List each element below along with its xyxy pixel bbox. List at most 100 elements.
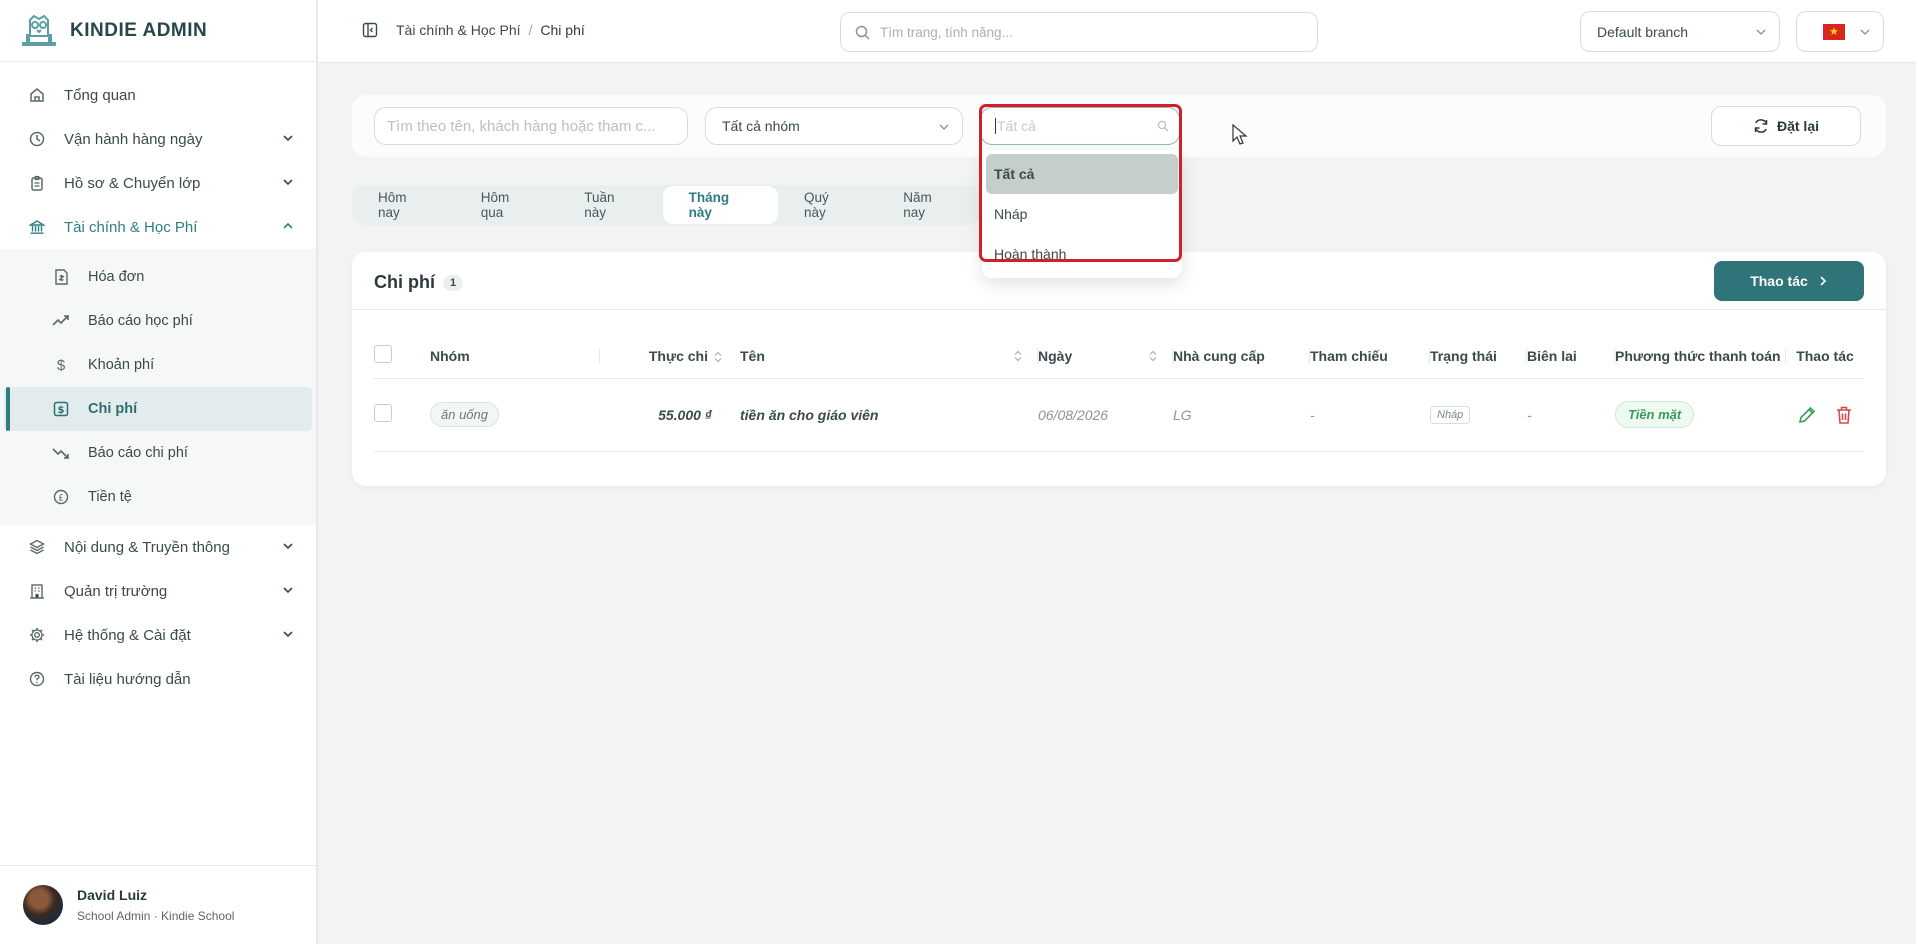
status-option-completed[interactable]: Hoàn thành bbox=[982, 234, 1182, 274]
supplier-cell: LG bbox=[1173, 378, 1310, 452]
edit-icon[interactable] bbox=[1797, 405, 1817, 425]
branch-select[interactable]: Default branch bbox=[1580, 11, 1780, 52]
tab-yesterday[interactable]: Hôm qua bbox=[455, 185, 558, 225]
column-name[interactable]: Tên bbox=[740, 334, 1038, 379]
date-cell: 06/08/2026 bbox=[1038, 378, 1173, 452]
layers-icon bbox=[28, 538, 46, 556]
column-status: Trạng thái bbox=[1430, 334, 1527, 379]
select-all-checkbox[interactable] bbox=[374, 345, 392, 364]
filter-bar: Tìm theo tên, khách hàng hoặc tham c... … bbox=[352, 95, 1886, 157]
column-group: Nhóm bbox=[430, 334, 600, 379]
status-filter-input[interactable]: Tất cả bbox=[980, 107, 1180, 145]
sidebar-item-label: Chi phí bbox=[88, 401, 138, 417]
text-caret bbox=[995, 118, 996, 134]
column-reference: Tham chiếu bbox=[1310, 334, 1430, 379]
sidebar-item-label: Báo cáo chi phí bbox=[88, 445, 188, 461]
group-filter-select[interactable]: Tất cả nhóm bbox=[705, 107, 963, 145]
nav-item-content[interactable]: Nội dung & Truyền thông bbox=[0, 525, 316, 569]
sidebar-item-fee-report[interactable]: Báo cáo học phí bbox=[0, 299, 316, 343]
delete-icon[interactable] bbox=[1835, 405, 1853, 425]
sidebar-toggle-icon[interactable] bbox=[362, 22, 378, 38]
status-option-draft[interactable]: Nháp bbox=[982, 194, 1182, 234]
actions-button[interactable]: Thao tác bbox=[1714, 261, 1864, 301]
table-row[interactable]: ăn uống 55.000 ₫ tiền ăn cho giáo viên 0… bbox=[374, 378, 1864, 452]
table-header-row: Nhóm Thực chi Tên Ngày Nhà cung cấp Tham… bbox=[374, 334, 1864, 379]
currency-icon: £ bbox=[52, 488, 70, 506]
global-search-input[interactable]: Tìm trang, tính năng... bbox=[840, 12, 1318, 52]
tab-today[interactable]: Hôm nay bbox=[352, 185, 455, 225]
breadcrumb: Tài chính & Học Phí / Chi phí bbox=[362, 22, 585, 38]
nav-item-label: Quản trị trường bbox=[64, 582, 168, 600]
user-profile[interactable]: David Luiz School Admin · Kindie School bbox=[0, 865, 316, 944]
nav-item-system-settings[interactable]: Hệ thống & Cài đặt bbox=[0, 613, 316, 657]
chevron-down-icon bbox=[283, 179, 293, 186]
trend-up-icon bbox=[52, 312, 70, 330]
tab-this-year[interactable]: Năm nay bbox=[877, 185, 980, 225]
breadcrumb-current: Chi phí bbox=[540, 22, 585, 38]
chevron-up-icon bbox=[283, 222, 293, 229]
mouse-cursor-icon bbox=[1232, 124, 1248, 145]
svg-text:£: £ bbox=[58, 494, 64, 504]
sidebar-item-currency[interactable]: £ Tiền tệ bbox=[0, 475, 316, 519]
column-actions: Thao tác bbox=[1786, 334, 1864, 379]
sidebar-item-invoices[interactable]: Hóa đơn bbox=[0, 255, 316, 299]
nav-item-overview[interactable]: Tổng quan bbox=[0, 73, 316, 117]
reset-button[interactable]: Đặt lại bbox=[1711, 106, 1861, 146]
nav-item-finance[interactable]: Tài chính & Học Phí bbox=[0, 205, 316, 249]
nav-item-school-admin[interactable]: Quản trị trường bbox=[0, 569, 316, 613]
breadcrumb-separator: / bbox=[528, 22, 533, 38]
nav-item-label: Tài liệu hướng dẫn bbox=[64, 670, 191, 688]
nav-item-daily-operations[interactable]: Vận hành hàng ngày bbox=[0, 117, 316, 161]
column-date[interactable]: Ngày bbox=[1038, 334, 1173, 379]
vietnam-flag-icon bbox=[1823, 23, 1845, 40]
chevron-right-icon bbox=[1820, 276, 1826, 286]
chevron-down-icon bbox=[939, 124, 949, 130]
home-icon bbox=[28, 86, 46, 104]
sidebar-item-expense-report[interactable]: Báo cáo chi phí bbox=[0, 431, 316, 475]
clipboard-icon bbox=[28, 174, 46, 192]
tab-this-quarter[interactable]: Quý này bbox=[778, 185, 877, 225]
breadcrumb-parent[interactable]: Tài chính & Học Phí bbox=[396, 22, 521, 38]
expense-search-placeholder: Tìm theo tên, khách hàng hoặc tham c... bbox=[387, 117, 656, 135]
language-select[interactable] bbox=[1796, 11, 1884, 52]
tab-this-month[interactable]: Tháng này bbox=[662, 186, 779, 224]
period-tabs: Hôm nay Hôm qua Tuần này Tháng này Quý n… bbox=[352, 185, 980, 225]
chevron-down-icon bbox=[283, 543, 293, 550]
receipt-cell: - bbox=[1527, 378, 1615, 452]
payment-method-badge: Tiền mặt bbox=[1615, 401, 1695, 428]
user-name: David Luiz bbox=[77, 887, 148, 903]
nav-item-label: Nội dung & Truyền thông bbox=[64, 538, 230, 556]
search-icon bbox=[855, 25, 870, 40]
sidebar-item-expenses[interactable]: $ Chi phí bbox=[4, 387, 312, 431]
column-payment-method: Phương thức thanh toán bbox=[1615, 334, 1786, 379]
finance-submenu: Hóa đơn Báo cáo học phí $ Khoản phí $ Ch… bbox=[0, 249, 316, 525]
group-filter-value: Tất cả nhóm bbox=[722, 118, 800, 134]
status-filter-placeholder: Tất cả bbox=[997, 118, 1036, 134]
global-search-placeholder: Tìm trang, tính năng... bbox=[880, 24, 1013, 40]
column-supplier: Nhà cung cấp bbox=[1173, 334, 1310, 379]
expense-icon: $ bbox=[52, 400, 70, 418]
owl-logo-icon bbox=[22, 14, 56, 46]
trend-down-icon bbox=[52, 444, 70, 462]
main-nav: Tổng quan Vận hành hàng ngày Hồ sơ & Chu… bbox=[0, 62, 316, 701]
nav-item-records[interactable]: Hồ sơ & Chuyển lớp bbox=[0, 161, 316, 205]
topbar: Tài chính & Học Phí / Chi phí Tìm trang,… bbox=[318, 0, 1916, 63]
sidebar-item-fees[interactable]: $ Khoản phí bbox=[0, 343, 316, 387]
sort-icon bbox=[714, 351, 722, 363]
tab-this-week[interactable]: Tuần này bbox=[558, 185, 662, 225]
sidebar: KINDIE ADMIN Tổng quan Vận hành hàng ngà… bbox=[0, 0, 318, 944]
brand[interactable]: KINDIE ADMIN bbox=[0, 0, 316, 62]
card-title-text: Chi phí bbox=[374, 272, 435, 292]
status-option-all[interactable]: Tất cả bbox=[986, 154, 1178, 194]
chevron-down-icon bbox=[283, 631, 293, 638]
nav-item-docs[interactable]: Tài liệu hướng dẫn bbox=[0, 657, 316, 701]
branch-select-value: Default branch bbox=[1597, 23, 1689, 40]
row-checkbox[interactable] bbox=[374, 404, 392, 422]
refresh-icon bbox=[1754, 119, 1768, 133]
column-amount[interactable]: Thực chi bbox=[600, 334, 740, 379]
sort-icon bbox=[1149, 350, 1157, 362]
card-title: Chi phí 1 bbox=[374, 272, 464, 293]
sidebar-item-label: Khoản phí bbox=[88, 357, 155, 373]
expense-search-input[interactable]: Tìm theo tên, khách hàng hoặc tham c... bbox=[374, 107, 688, 145]
invoice-icon bbox=[52, 268, 70, 286]
